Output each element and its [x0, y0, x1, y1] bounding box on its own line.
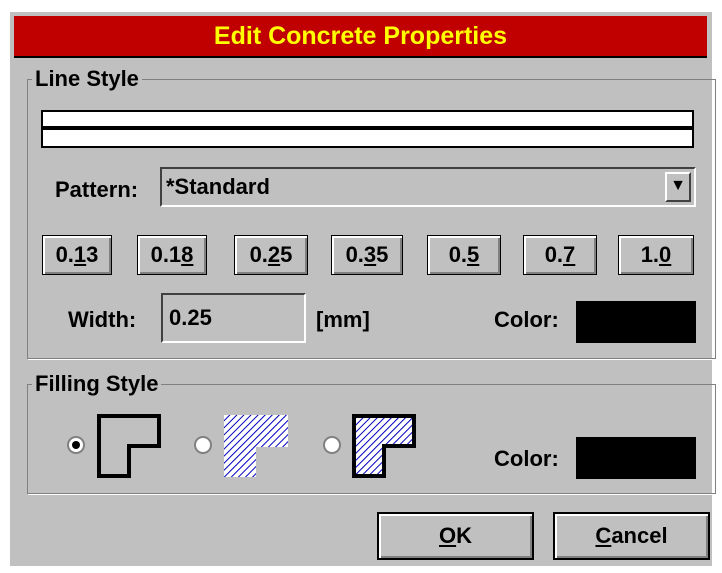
line-preview-stroke [43, 126, 692, 130]
width-button-0-18[interactable]: 0.18 [137, 235, 207, 275]
pattern-dropdown[interactable]: *Standard ▼ [160, 167, 696, 207]
line-preview [41, 110, 694, 148]
line-color-swatch[interactable] [576, 301, 696, 343]
hatched-outline-fill-icon[interactable] [352, 414, 416, 478]
width-label: Width: [68, 307, 137, 332]
ok-button[interactable]: OK [377, 512, 534, 560]
width-button-0-5[interactable]: 0.5 [427, 235, 501, 275]
width-input[interactable]: 0.25 [161, 293, 306, 343]
width-button-0-35[interactable]: 0.35 [331, 235, 403, 275]
cancel-button[interactable]: Cancel [553, 512, 710, 560]
fill-option-hatched-radio[interactable] [194, 436, 212, 454]
dropdown-arrow-icon[interactable]: ▼ [665, 172, 691, 202]
pattern-label: Pattern: [55, 177, 139, 202]
outline-fill-icon[interactable] [97, 414, 161, 478]
width-button-0-13[interactable]: 0.13 [42, 235, 112, 275]
pattern-value: *Standard [166, 174, 270, 199]
hatched-fill-icon[interactable] [223, 414, 289, 478]
unit-label: [mm] [316, 307, 370, 332]
fill-option-hatched-outline-radio[interactable] [323, 436, 341, 454]
width-button-0-7[interactable]: 0.7 [523, 235, 597, 275]
line-color-label: Color: [494, 307, 559, 332]
width-button-0-25[interactable]: 0.25 [234, 235, 308, 275]
dialog-title: Edit Concrete Properties [14, 16, 707, 58]
width-button-1-0[interactable]: 1.0 [618, 235, 694, 275]
fill-option-outline-radio[interactable] [67, 436, 85, 454]
fill-color-label: Color: [494, 446, 559, 471]
filling-style-label: Filling Style [32, 372, 162, 396]
line-style-label: Line Style [32, 67, 142, 91]
fill-color-swatch[interactable] [576, 437, 696, 479]
